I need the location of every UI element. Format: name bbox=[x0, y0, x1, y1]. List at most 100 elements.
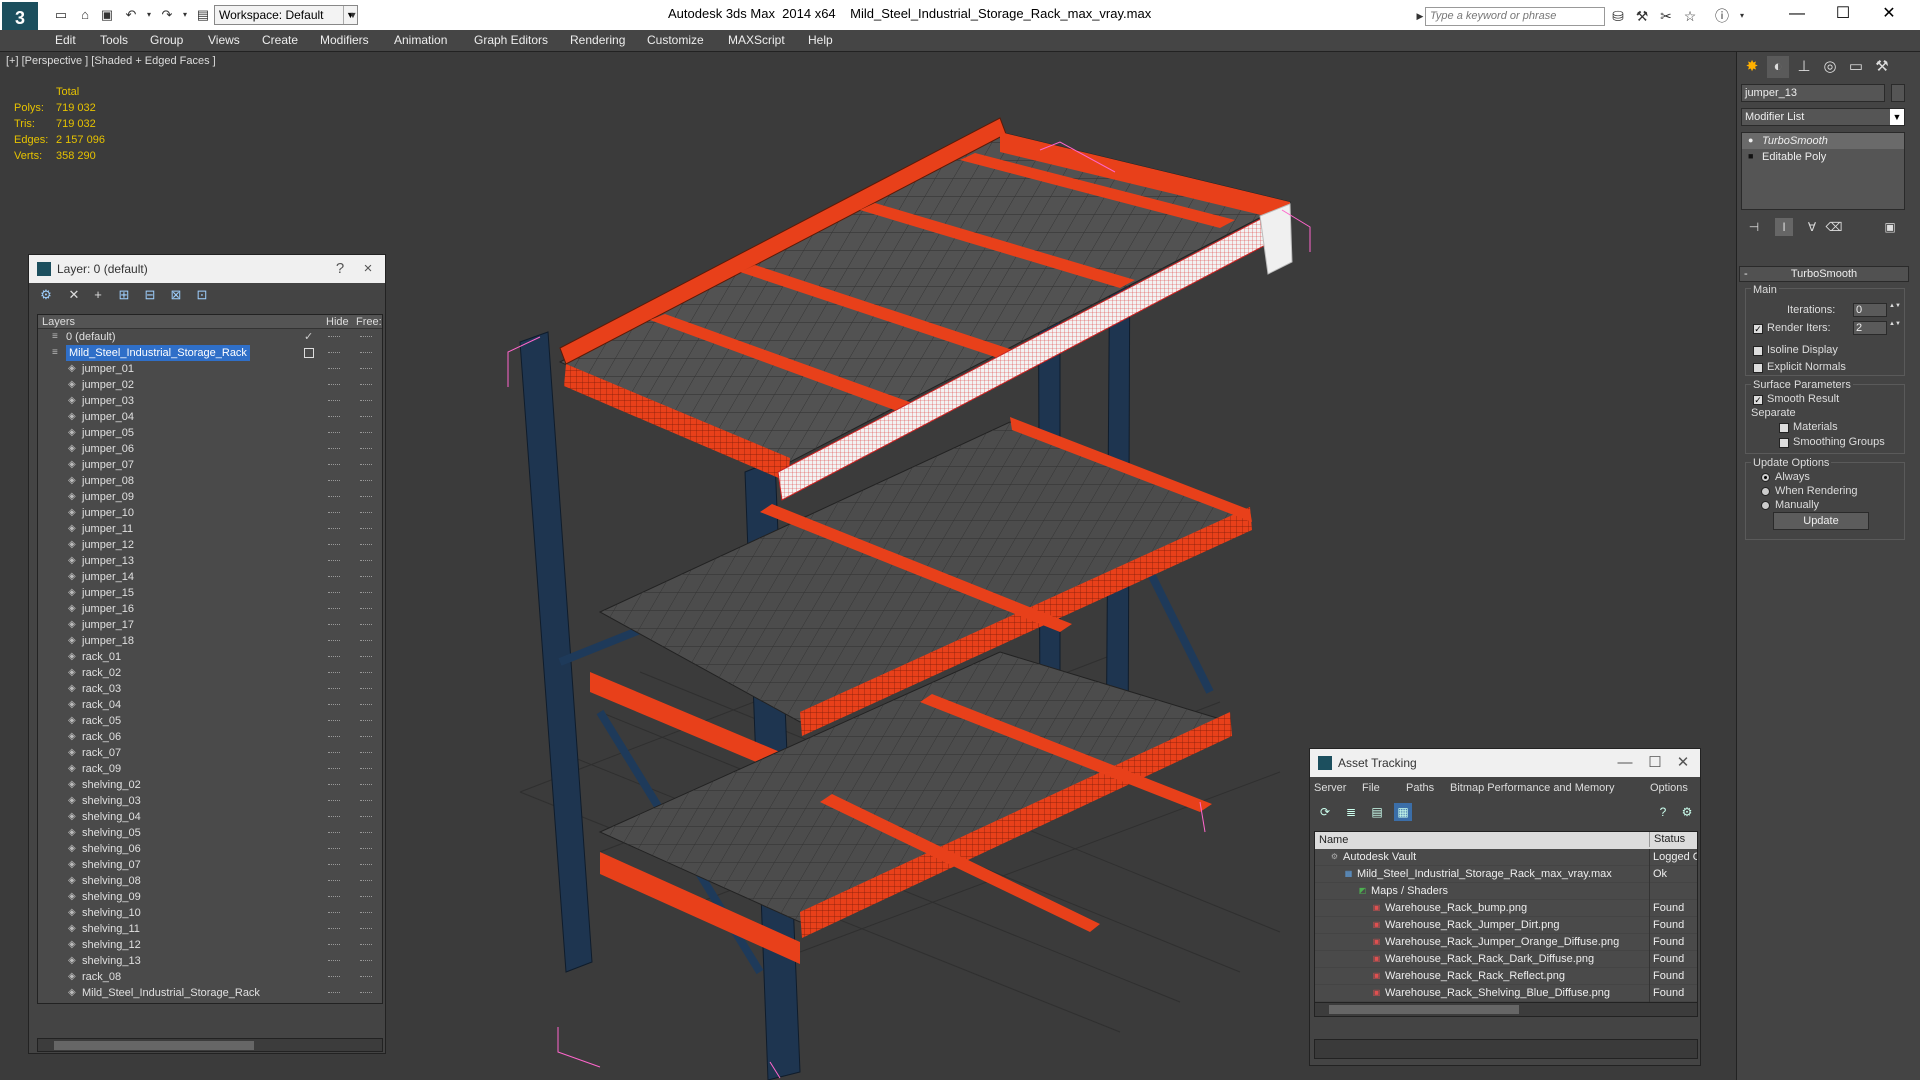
layer-row[interactable]: ◈ jumper_15 bbox=[38, 585, 382, 601]
hide-toggle[interactable] bbox=[328, 928, 340, 930]
new-file-icon[interactable]: ▭ bbox=[52, 7, 70, 23]
asset-menu-file[interactable]: File bbox=[1362, 782, 1380, 794]
menu-group[interactable]: Group bbox=[150, 33, 183, 47]
layer-horizontal-scrollbar[interactable] bbox=[37, 1038, 383, 1052]
project-folder-icon[interactable]: ▤ bbox=[194, 7, 212, 23]
layer-row[interactable]: ◈ jumper_12 bbox=[38, 537, 382, 553]
layer-row[interactable]: ◈ rack_06 bbox=[38, 729, 382, 745]
freeze-toggle[interactable] bbox=[360, 528, 372, 530]
minimize-button[interactable]: — bbox=[1610, 749, 1640, 777]
workspace-dropdown[interactable]: Workspace: Default ▼ bbox=[214, 5, 358, 25]
layer-row[interactable]: ◈ rack_01 bbox=[38, 649, 382, 665]
refresh-icon[interactable]: ⟳ bbox=[1316, 803, 1334, 821]
hide-toggle[interactable] bbox=[328, 368, 340, 370]
scroll-thumb[interactable] bbox=[1329, 1005, 1519, 1014]
layer-row[interactable]: ◈ rack_04 bbox=[38, 697, 382, 713]
hide-toggle[interactable] bbox=[328, 912, 340, 914]
freeze-toggle[interactable] bbox=[360, 352, 372, 354]
spinner-arrows-icon[interactable]: ▲▼ bbox=[1889, 303, 1901, 317]
freeze-toggle[interactable] bbox=[360, 784, 372, 786]
active-layer-check-icon[interactable]: ✓ bbox=[304, 329, 313, 345]
asset-menu-paths[interactable]: Paths bbox=[1406, 782, 1434, 794]
hide-toggle[interactable] bbox=[328, 656, 340, 658]
layer-row[interactable]: ◈ shelving_03 bbox=[38, 793, 382, 809]
layer-row[interactable]: ≡ 0 (default) ✓ bbox=[38, 329, 382, 345]
hide-toggle[interactable] bbox=[328, 592, 340, 594]
viewport-label[interactable]: [+] [Perspective ] [Shaded + Edged Faces… bbox=[6, 55, 216, 67]
minimize-button[interactable]: — bbox=[1774, 2, 1820, 26]
asset-table[interactable]: Name Status ⚙ Autodesk Vault Logged O ▦ Mild… bbox=[1314, 831, 1698, 1017]
create-tab-icon[interactable]: ✸ bbox=[1741, 56, 1763, 78]
freeze-toggle[interactable] bbox=[360, 624, 372, 626]
layer-row[interactable]: ◈ jumper_08 bbox=[38, 473, 382, 489]
search-input[interactable]: Type a keyword or phrase bbox=[1425, 7, 1605, 26]
hide-toggle[interactable] bbox=[328, 976, 340, 978]
menu-customize[interactable]: Customize bbox=[647, 33, 704, 47]
configure-sets-icon[interactable]: ▣ bbox=[1881, 218, 1899, 236]
freeze-toggle[interactable] bbox=[360, 896, 372, 898]
layer-row[interactable]: ◈ jumper_02 bbox=[38, 377, 382, 393]
materials-checkbox[interactable] bbox=[1779, 423, 1789, 433]
hide-toggle[interactable] bbox=[328, 784, 340, 786]
layer-row[interactable]: ◈ jumper_05 bbox=[38, 425, 382, 441]
render-iters-checkbox[interactable]: ✓ bbox=[1753, 324, 1763, 334]
menu-views[interactable]: Views bbox=[208, 33, 240, 47]
maximize-button[interactable]: ☐ bbox=[1820, 2, 1866, 26]
freeze-toggle[interactable] bbox=[360, 368, 372, 370]
hide-toggle[interactable] bbox=[328, 384, 340, 386]
asset-menu-options[interactable]: Options bbox=[1650, 782, 1688, 794]
redo-dropdown-icon[interactable]: ▾ bbox=[176, 7, 194, 23]
menu-graph-editors[interactable]: Graph Editors bbox=[474, 33, 548, 47]
hide-toggle[interactable] bbox=[328, 544, 340, 546]
hide-toggle[interactable] bbox=[328, 640, 340, 642]
freeze-toggle[interactable] bbox=[360, 448, 372, 450]
asset-panel-titlebar[interactable]: Asset Tracking — ☐ ✕ bbox=[1310, 749, 1700, 777]
utilities-tab-icon[interactable]: ⚒ bbox=[1871, 56, 1893, 78]
maximize-button[interactable]: ☐ bbox=[1640, 749, 1670, 777]
hide-toggle[interactable] bbox=[328, 752, 340, 754]
menu-create[interactable]: Create bbox=[262, 33, 298, 47]
freeze-toggle[interactable] bbox=[360, 944, 372, 946]
hide-toggle[interactable] bbox=[328, 448, 340, 450]
layer-row[interactable]: ◈ rack_02 bbox=[38, 665, 382, 681]
layer-row[interactable]: ◈ Mild_Steel_Industrial_Storage_Rack bbox=[38, 985, 382, 1001]
hide-toggle[interactable] bbox=[328, 848, 340, 850]
delete-layer-icon[interactable]: ✕ bbox=[65, 287, 83, 303]
iterations-spinner[interactable]: 0 bbox=[1853, 303, 1887, 317]
table-view-icon[interactable]: ▦ bbox=[1394, 803, 1412, 821]
layer-row[interactable]: ◈ jumper_09 bbox=[38, 489, 382, 505]
spinner-arrows-icon[interactable]: ▲▼ bbox=[1889, 321, 1901, 335]
hide-toggle[interactable] bbox=[328, 672, 340, 674]
undo-dropdown-icon[interactable]: ▾ bbox=[140, 7, 158, 23]
asset-row[interactable]: ▦ Mild_Steel_Industrial_Storage_Rack_max_… bbox=[1315, 866, 1697, 883]
freeze-toggle[interactable] bbox=[360, 864, 372, 866]
layer-row[interactable]: ◈ shelving_11 bbox=[38, 921, 382, 937]
object-color-swatch[interactable] bbox=[1891, 84, 1905, 102]
menu-tools[interactable]: Tools bbox=[100, 33, 128, 47]
asset-menu-bitmap[interactable]: Bitmap Performance and Memory bbox=[1450, 782, 1614, 794]
freeze-toggle[interactable] bbox=[360, 416, 372, 418]
hide-toggle[interactable] bbox=[328, 512, 340, 514]
layer-row[interactable]: ◈ jumper_17 bbox=[38, 617, 382, 633]
hide-toggle[interactable] bbox=[328, 688, 340, 690]
freeze-toggle[interactable] bbox=[360, 736, 372, 738]
column-name[interactable]: Name bbox=[1319, 834, 1348, 846]
layer-row[interactable]: ◈ jumper_11 bbox=[38, 521, 382, 537]
hide-toggle[interactable] bbox=[328, 496, 340, 498]
layer-row[interactable]: ◈ rack_05 bbox=[38, 713, 382, 729]
scroll-thumb[interactable] bbox=[54, 1041, 254, 1050]
binoculars-icon[interactable]: ⛁ bbox=[1608, 7, 1628, 25]
manually-radio[interactable] bbox=[1761, 501, 1770, 510]
freeze-toggle[interactable] bbox=[360, 480, 372, 482]
freeze-toggle[interactable] bbox=[360, 832, 372, 834]
layer-row[interactable]: ◈ jumper_07 bbox=[38, 457, 382, 473]
freeze-toggle[interactable] bbox=[360, 544, 372, 546]
layer-row[interactable]: ◈ jumper_14 bbox=[38, 569, 382, 585]
always-radio[interactable] bbox=[1761, 473, 1770, 482]
highlight-layer-icon[interactable]: ⊠ bbox=[167, 287, 185, 303]
layer-row[interactable]: ≡ Mild_Steel_Industrial_Storage_Rack bbox=[38, 345, 382, 361]
lightbulb-icon[interactable]: ● bbox=[1748, 136, 1756, 145]
layer-row[interactable]: ◈ shelving_04 bbox=[38, 809, 382, 825]
freeze-toggle[interactable] bbox=[360, 752, 372, 754]
freeze-toggle[interactable] bbox=[360, 880, 372, 882]
